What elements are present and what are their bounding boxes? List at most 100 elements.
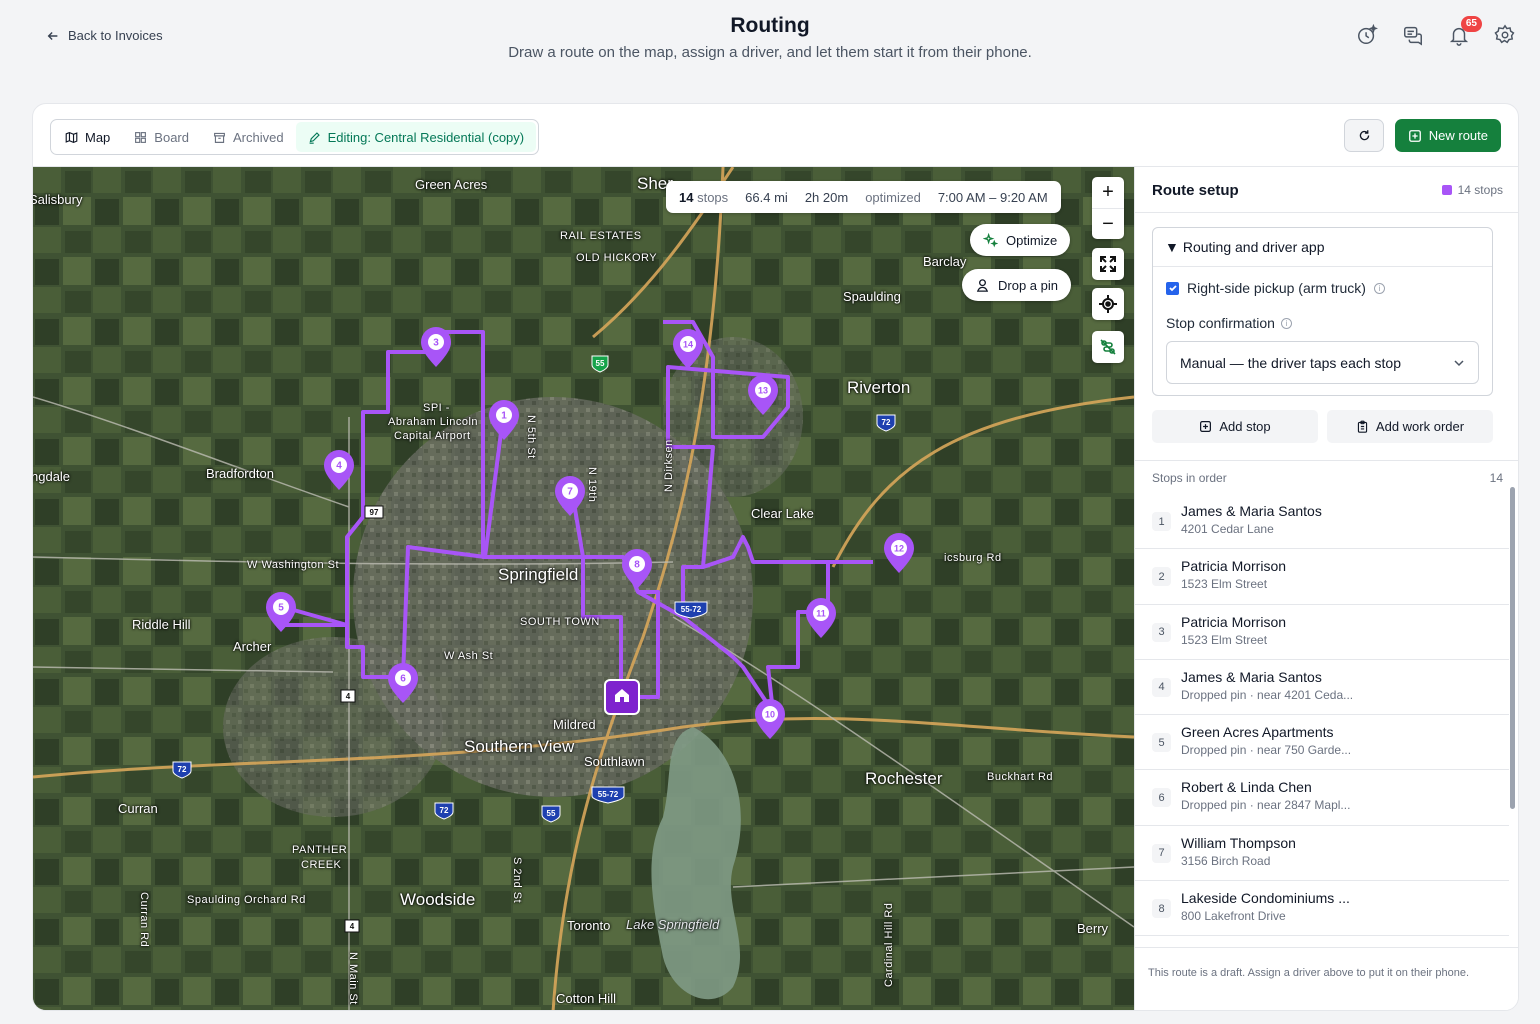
- stops-scrollbar[interactable]: [1510, 487, 1515, 809]
- svg-text:55-72: 55-72: [598, 790, 619, 799]
- route-map[interactable]: Salisbury Green Acres Sher RAIL ESTATES …: [33, 167, 1134, 1010]
- stop-marker-5[interactable]: 5: [266, 592, 296, 632]
- svg-text:6: 6: [400, 674, 406, 685]
- stop-name: Robert & Linda Chen: [1181, 779, 1312, 796]
- notifications-button[interactable]: 65: [1446, 16, 1482, 48]
- shield-4-north: 4: [340, 689, 356, 703]
- tab-archived-label: Archived: [233, 129, 284, 145]
- stop-address: Dropped pin · near 750 Garde...: [1181, 743, 1352, 758]
- summary-duration: 2h 20m: [804, 189, 849, 205]
- stop-marker-4[interactable]: 4: [324, 450, 354, 490]
- optimize-button[interactable]: Optimize: [970, 224, 1071, 256]
- stop-marker-8[interactable]: 8: [622, 549, 652, 589]
- list-item[interactable]: 6 Robert & Linda Chen Dropped pin · near 2…: [1135, 770, 1509, 826]
- map-icon: [65, 131, 78, 143]
- stop-confirmation-select[interactable]: Manual — the driver taps each stop: [1166, 341, 1479, 384]
- plus-square-icon: [1200, 421, 1212, 432]
- stops-list-header: Stops in order 14: [1135, 460, 1518, 494]
- sidebar-stop-count: 14 stops: [1441, 183, 1503, 197]
- page-subtitle: Draw a route on the map, assign a driver…: [508, 44, 1032, 61]
- shield-55-south: 55: [541, 805, 561, 823]
- messages-button[interactable]: [1400, 22, 1426, 48]
- triangle-down-icon: ▼: [1165, 239, 1179, 255]
- right-side-pickup-row: Right-side pickup (arm truck) i: [1166, 280, 1385, 296]
- fullscreen-button[interactable]: [1092, 248, 1124, 280]
- shield-72-east: 72: [876, 414, 896, 432]
- list-item[interactable]: 1 James & Maria Santos 4201 Cedar Lane: [1135, 494, 1509, 550]
- add-stop-button[interactable]: Add stop: [1152, 410, 1318, 443]
- svg-text:97: 97: [370, 508, 379, 517]
- check-icon: [1168, 285, 1177, 292]
- sidebar-title: Route setup: [1152, 182, 1239, 199]
- stop-number: 7: [1152, 843, 1171, 863]
- view-tabs: Map Board Archived Editing: Central Resi…: [50, 119, 540, 155]
- grid-icon: [135, 131, 147, 143]
- list-item[interactable]: 3 Patricia Morrison 1523 Elm Street: [1135, 605, 1509, 660]
- stop-marker-13[interactable]: 13: [748, 375, 778, 415]
- stop-marker-10[interactable]: 10: [755, 699, 785, 739]
- add-work-order-button[interactable]: Add work order: [1327, 410, 1493, 443]
- locate-button[interactable]: [1092, 288, 1124, 320]
- tab-editing-label: Editing: Central Residential (copy): [327, 129, 525, 145]
- svg-text:3: 3: [433, 338, 439, 349]
- zoom-in-button[interactable]: +: [1092, 177, 1124, 208]
- svg-text:7: 7: [567, 487, 573, 498]
- svg-text:55: 55: [596, 359, 605, 368]
- summary-stops: 14 stops: [679, 189, 729, 205]
- optimize-label: Optimize: [1006, 232, 1058, 248]
- refresh-button[interactable]: [1344, 119, 1384, 152]
- tab-board[interactable]: Board: [122, 122, 201, 152]
- list-item[interactable]: 8 Lakeside Condominiums ... 800 Lakefront …: [1135, 881, 1509, 937]
- tab-archived[interactable]: Archived: [201, 122, 296, 152]
- stop-number: 5: [1152, 733, 1171, 753]
- svg-text:1: 1: [501, 411, 507, 422]
- settings-button[interactable]: [1492, 22, 1518, 48]
- stop-number: 3: [1152, 622, 1171, 642]
- stop-number: 8: [1152, 899, 1171, 919]
- list-item[interactable]: 7 William Thompson 3156 Birch Road: [1135, 826, 1509, 882]
- shield-72-west: 72: [172, 761, 192, 779]
- shield-55: 55: [591, 355, 609, 373]
- info-icon[interactable]: i: [1280, 317, 1292, 329]
- route-off-icon: [1100, 339, 1116, 355]
- stop-confirmation-value: Manual — the driver taps each stop: [1180, 354, 1402, 371]
- routing-settings-toggle[interactable]: ▼ Routing and driver app: [1153, 228, 1492, 267]
- stop-marker-6[interactable]: 6: [388, 663, 418, 703]
- stop-marker-12[interactable]: 12: [884, 533, 914, 573]
- route-toggle-button[interactable]: [1092, 331, 1124, 363]
- stop-number: 4: [1152, 677, 1171, 697]
- person-pin-icon: [976, 278, 989, 292]
- ai-assist-button[interactable]: [1354, 22, 1380, 48]
- chevron-down-icon: [1454, 359, 1464, 366]
- stop-address: 4201 Cedar Lane: [1181, 522, 1274, 536]
- stops-in-order-label: Stops in order: [1152, 470, 1227, 485]
- stop-confirmation-row: Stop confirmation i: [1166, 315, 1292, 331]
- stop-marker-11[interactable]: 11: [806, 598, 836, 638]
- stop-address: 800 Lakefront Drive: [1181, 909, 1286, 924]
- highway-shields: 55 72 97 55-72 4 72 72 55 55-72 4: [172, 355, 896, 933]
- top-bar: Back to Invoices Routing Draw a route on…: [0, 0, 1540, 80]
- depot-marker[interactable]: [604, 679, 640, 715]
- new-route-button[interactable]: New route: [1394, 119, 1501, 152]
- info-icon[interactable]: i: [1373, 282, 1385, 294]
- right-side-pickup-checkbox[interactable]: [1166, 281, 1179, 295]
- stop-marker-14[interactable]: 14: [673, 329, 703, 369]
- tab-map[interactable]: Map: [53, 122, 122, 152]
- svg-text:13: 13: [758, 386, 768, 396]
- stop-marker-1[interactable]: 1: [489, 400, 519, 440]
- zoom-out-button[interactable]: −: [1092, 208, 1124, 239]
- drop-pin-button[interactable]: Drop a pin: [962, 269, 1071, 301]
- tab-editing-route[interactable]: Editing: Central Residential (copy): [295, 122, 537, 152]
- stop-marker-7[interactable]: 7: [555, 476, 585, 516]
- list-item[interactable]: 2 Patricia Morrison 1523 Elm Street: [1135, 549, 1509, 605]
- stop-name: Patricia Morrison: [1181, 558, 1287, 575]
- zoom-controls: + −: [1092, 177, 1124, 239]
- list-item[interactable]: 4 James & Maria Santos Dropped pin · near …: [1135, 660, 1509, 716]
- list-item[interactable]: 5 Green Acres Apartments Dropped pin · nea…: [1135, 715, 1509, 771]
- stop-name: William Thompson: [1181, 834, 1296, 851]
- stop-marker-3[interactable]: 3: [421, 327, 451, 367]
- summary-distance: 66.4 mi: [745, 189, 788, 205]
- refresh-icon: [1359, 130, 1369, 141]
- stop-confirmation-label: Stop confirmation: [1166, 315, 1275, 331]
- plus-square-icon: [1408, 129, 1421, 142]
